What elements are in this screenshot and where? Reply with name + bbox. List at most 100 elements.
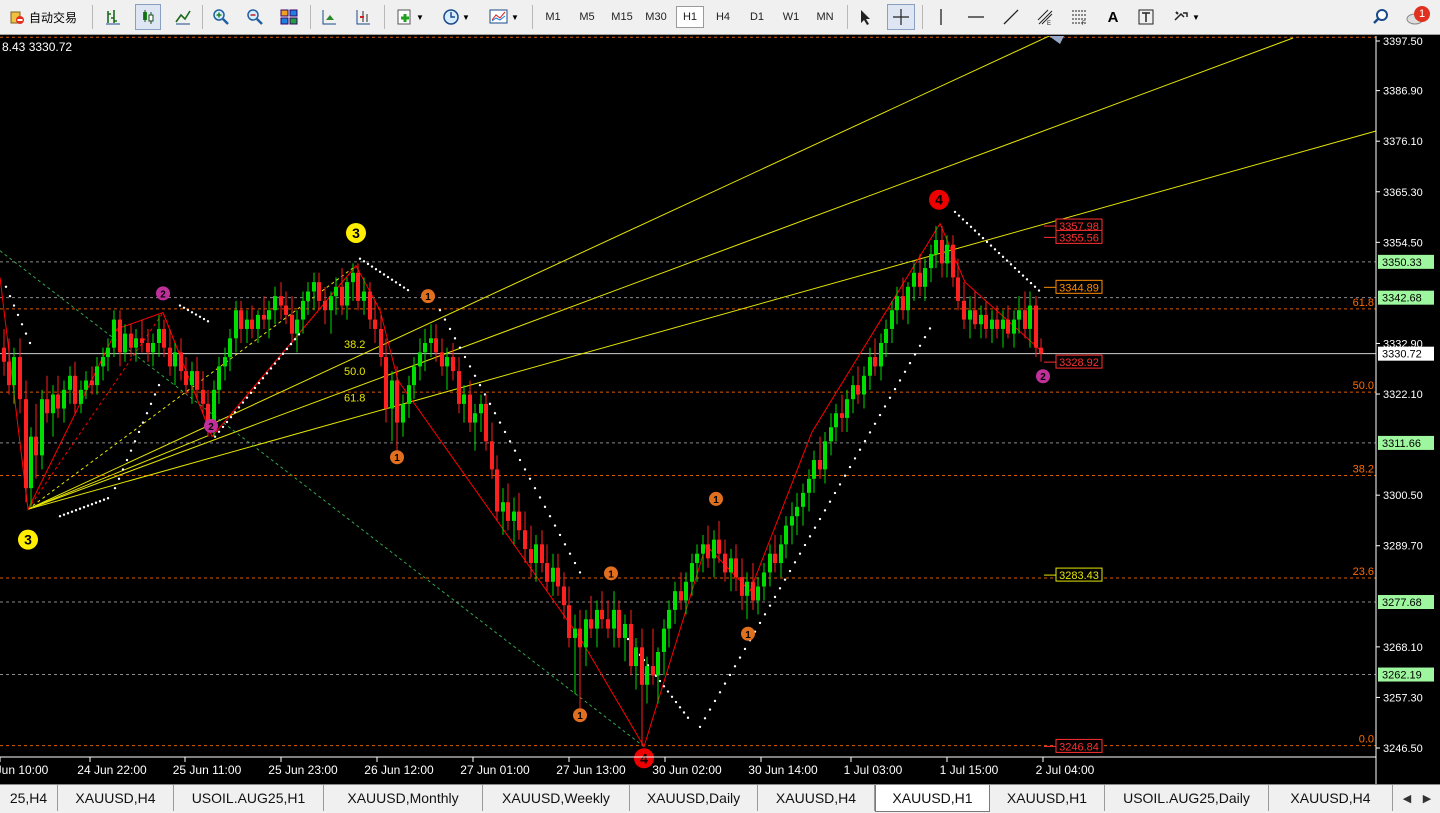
notifications-button[interactable]: 1 [1400,4,1434,30]
candle-body [490,441,494,470]
chart-tab[interactable]: XAUUSD,H4 [758,785,875,811]
sar-dot [558,533,562,537]
chart-tab[interactable]: XAUUSD,H1 [875,785,990,812]
chart-tab[interactable]: XAUUSD,Monthly [324,785,483,811]
horizontal-line-icon[interactable] [963,4,989,30]
sar-dot [973,229,977,232]
tab-scroll-left-icon[interactable]: ◀ [1398,789,1416,807]
timeframe-d1[interactable]: D1 [742,6,772,28]
candle-body [306,291,310,301]
chevron-down-icon: ▼ [416,12,424,22]
sar-dot [543,505,547,509]
fan-label: 61.8 [344,392,365,404]
sar-dot [133,440,137,443]
candle-body [1023,310,1027,329]
candlestick-chart-button[interactable] [135,4,161,30]
tab-scroll-right-icon[interactable]: ▶ [1418,789,1436,807]
chart-tab[interactable]: XAUUSD,H4 [1269,785,1393,811]
chart-canvas[interactable]: 100.061.850.038.223.60.0 38.250.061.8 33… [0,36,1440,784]
trend-line-icon[interactable] [998,4,1024,30]
candle-body [873,357,877,367]
sar-dot [969,225,973,229]
sar-dot [981,236,985,240]
candle-body [901,296,905,311]
candle-body [868,357,872,376]
timeframe-m1[interactable]: M1 [538,6,568,28]
candle-body [12,357,16,386]
candle-body [951,244,955,278]
sar-dot [62,513,66,516]
candle-body [256,314,260,329]
sar-dot [878,413,882,417]
tile-windows-icon[interactable] [276,4,302,30]
sar-dot [478,383,482,387]
timeframe-mn[interactable]: MN [810,6,840,28]
fibonacci-level-label: 100.0 [1346,36,1374,37]
line-chart-button[interactable] [170,4,196,30]
candle-body [451,357,455,372]
chart-tab[interactable]: XAUUSD,H1 [990,785,1105,811]
candle-body [973,310,977,325]
sar-dot [12,304,16,307]
sar-dot [8,294,12,298]
candle-body [617,609,621,638]
zoom-in-icon[interactable] [208,4,234,30]
sar-dot [528,477,532,480]
auto-trading-button[interactable]: 自动交易 [0,4,86,30]
chart-tab[interactable]: USOIL.AUG25,Daily [1105,785,1269,811]
fibonacci-retracement-icon[interactable]: F [1066,4,1092,30]
candle-body [884,328,888,343]
chart-shift-icon[interactable] [316,4,342,30]
candle-body [534,544,538,564]
text-tool-button[interactable]: A [1100,4,1126,30]
candle-body [51,394,55,414]
candle-body [173,352,177,367]
price-chart[interactable]: 100.061.850.038.223.60.0 38.250.061.8 33… [0,36,1440,784]
candle-body [29,436,33,489]
timeframe-m5[interactable]: M5 [572,6,602,28]
sar-dot [448,327,452,331]
search-icon[interactable] [1368,4,1394,30]
chart-tab[interactable]: XAUUSD,Daily [630,785,758,811]
candle-body [862,375,866,395]
candle-body [562,586,566,606]
candle-body [645,666,649,685]
text-label-icon[interactable] [1133,4,1159,30]
timeframe-m15[interactable]: M15 [606,6,638,28]
chart-tab[interactable]: 25,H4 [0,785,58,811]
candle-body [95,366,99,386]
equidistant-channel-icon[interactable]: E [1032,4,1058,30]
timeframe-h4[interactable]: H4 [708,6,738,28]
candle-body [545,563,549,582]
candle-body [923,268,927,287]
sar-dot [883,405,887,408]
candle-body [717,539,721,554]
timeframe-h1[interactable]: H1 [676,6,704,28]
price-tick-label: 3289.70 [1383,541,1423,553]
zoom-out-icon[interactable] [242,4,268,30]
chart-tab[interactable]: USOIL.AUG25,H1 [174,785,324,811]
arrows-dropdown[interactable]: ▼ [1166,4,1206,30]
chart-tab[interactable]: XAUUSD,H4 [58,785,174,811]
periods-dropdown[interactable]: ▼ [436,4,476,30]
price-tick-label: 3354.50 [1383,237,1423,249]
candle-body [984,314,988,329]
chart-tab[interactable]: XAUUSD,Weekly [483,785,630,811]
cursor-icon[interactable] [853,4,879,30]
candle-body [640,647,644,685]
candle-body [340,286,344,306]
timeframe-w1[interactable]: W1 [776,6,806,28]
sar-dot [16,313,20,317]
candle-body [445,357,449,367]
templates-dropdown[interactable]: ▼ [482,4,526,30]
crosshair-icon[interactable] [887,4,915,30]
candle-body [529,549,533,564]
auto-scroll-icon[interactable] [350,4,376,30]
sar-dot [24,332,28,335]
vertical-line-icon[interactable] [928,4,954,30]
indicators-dropdown[interactable]: ▼ [390,4,430,30]
timeframe-m30[interactable]: M30 [640,6,672,28]
candle-body [578,628,582,648]
bar-chart-button[interactable] [100,4,126,30]
candle-body [412,366,416,386]
